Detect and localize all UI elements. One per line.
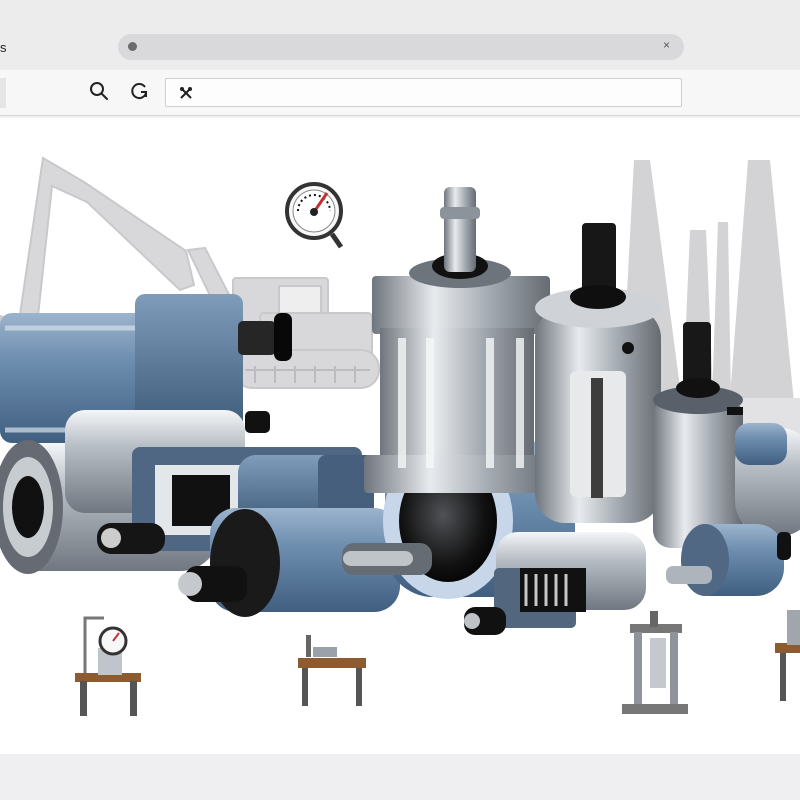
site-icon xyxy=(128,42,137,51)
browser-window: s × xyxy=(0,0,800,800)
work-table xyxy=(298,635,366,706)
press-stand xyxy=(622,611,688,714)
edge-bench xyxy=(775,610,800,701)
square-cylinder-tall xyxy=(364,187,554,493)
bottom-frame xyxy=(0,754,800,800)
gauge-test-bench xyxy=(75,616,141,716)
industrial-illustration xyxy=(0,156,800,716)
close-icon[interactable]: × xyxy=(663,38,670,52)
tools-icon xyxy=(180,87,192,99)
hero-image xyxy=(0,118,800,754)
edge-cylinder xyxy=(735,423,800,536)
search-icon[interactable] xyxy=(88,80,110,102)
tab-strip: s × xyxy=(0,0,800,70)
address-bar[interactable]: × xyxy=(118,34,684,60)
pressure-gauge xyxy=(285,182,344,249)
refresh-icon[interactable] xyxy=(128,80,150,102)
tab-label[interactable]: s xyxy=(0,40,7,55)
toolbar-edge xyxy=(0,78,6,108)
url-input[interactable] xyxy=(165,78,682,107)
